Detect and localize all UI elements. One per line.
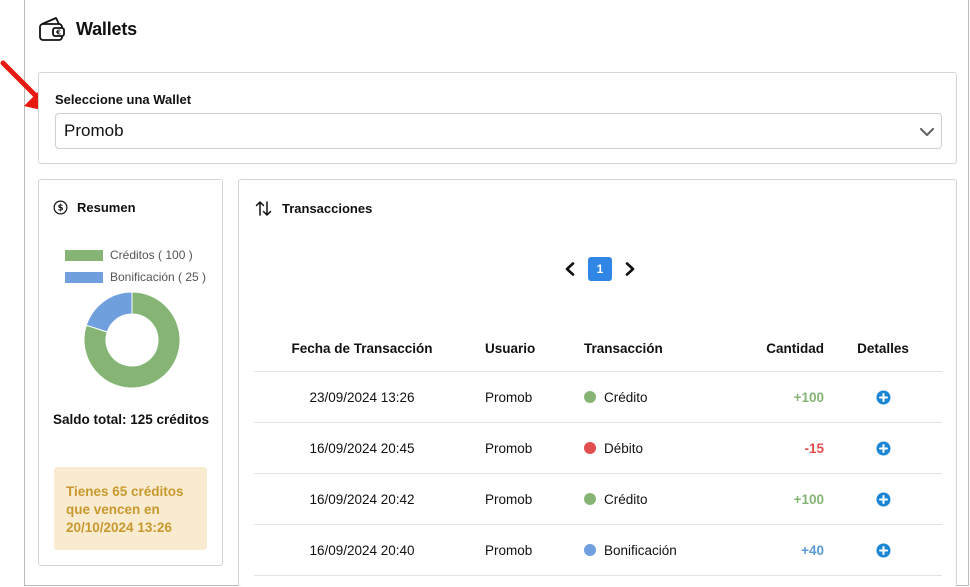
row-transaccion: Crédito — [568, 492, 724, 507]
column-header-fecha: Fecha de Transacción — [291, 341, 433, 356]
row-cantidad: -15 — [804, 440, 824, 456]
table-row: 16/09/2024 20:42 Promob Crédito +100 — [254, 474, 942, 525]
status-dot — [584, 544, 596, 556]
status-dot — [584, 442, 596, 454]
chevron-right-icon — [625, 262, 635, 276]
row-transaccion: Crédito — [568, 390, 724, 405]
page-header: € Wallets — [38, 14, 137, 44]
legend-item-bonificacion[interactable]: Bonificación ( 25 ) — [65, 266, 206, 288]
chart-legend: Créditos ( 100 ) Bonificación ( 25 ) — [65, 244, 206, 288]
transactions-title: Transacciones — [255, 200, 372, 217]
row-cantidad: +100 — [793, 389, 824, 405]
wallet-select[interactable]: Promob — [55, 113, 942, 149]
transactions-title-text: Transacciones — [282, 201, 373, 216]
dollar-circle-icon: $ — [53, 200, 68, 215]
row-usuario: Promob — [485, 542, 533, 558]
sort-arrows-icon — [255, 201, 272, 216]
transactions-table: Fecha de Transacción Usuario Transacción… — [254, 326, 942, 576]
column-header-transaccion: Transacción — [584, 341, 663, 356]
wallet-selector-label: Seleccione una Wallet — [55, 92, 192, 107]
saldo-total: Saldo total: 125 créditos — [53, 412, 210, 427]
column-header-detalles: Detalles — [857, 341, 909, 356]
prev-page-button[interactable] — [561, 260, 579, 278]
balance-donut-chart — [83, 291, 181, 389]
row-usuario: Promob — [485, 389, 533, 405]
svg-text:$: $ — [58, 203, 64, 213]
legend-item-creditos[interactable]: Créditos ( 100 ) — [65, 244, 206, 266]
svg-text:€: € — [55, 29, 61, 37]
summary-card: $ Resumen Créditos ( 100 ) Bonificación … — [38, 179, 223, 566]
status-dot — [584, 391, 596, 403]
row-fecha: 16/09/2024 20:45 — [309, 440, 415, 456]
row-tipo: Crédito — [604, 389, 648, 405]
table-row: 16/09/2024 20:45 Promob Débito -15 — [254, 423, 942, 474]
plus-circle-icon[interactable] — [875, 542, 891, 558]
row-fecha: 16/09/2024 20:42 — [309, 491, 415, 507]
row-detalles — [824, 440, 942, 456]
status-dot — [584, 493, 596, 505]
row-transaccion: Bonificación — [568, 543, 724, 558]
row-fecha: 23/09/2024 13:26 — [309, 389, 415, 405]
row-transaccion: Débito — [568, 441, 724, 456]
chevron-left-icon — [565, 262, 575, 276]
row-detalles — [824, 389, 942, 405]
chevron-down-icon — [919, 127, 935, 137]
legend-swatch-creditos — [65, 249, 103, 261]
table-row: 23/09/2024 13:26 Promob Crédito +100 — [254, 372, 942, 423]
plus-circle-icon[interactable] — [875, 491, 891, 507]
plus-circle-icon[interactable] — [875, 389, 891, 405]
row-cantidad: +40 — [801, 542, 824, 558]
donut-slice-bonificacion[interactable] — [85, 291, 133, 333]
wallet-icon: € — [39, 17, 65, 41]
column-header-cantidad: Cantidad — [766, 341, 824, 356]
page-1-button[interactable]: 1 — [588, 257, 612, 281]
summary-title-text: Resumen — [77, 200, 136, 215]
plus-circle-icon[interactable] — [875, 440, 891, 456]
row-tipo: Bonificación — [604, 542, 677, 558]
legend-label-creditos: Créditos ( 100 ) — [110, 248, 193, 262]
row-fecha: 16/09/2024 20:40 — [309, 542, 415, 558]
row-usuario: Promob — [485, 491, 533, 507]
legend-swatch-bonificacion — [65, 271, 103, 283]
wallet-selector-card: Seleccione una Wallet Promob — [38, 72, 957, 164]
row-detalles — [824, 542, 942, 558]
next-page-button[interactable] — [621, 260, 639, 278]
expiry-notice: Tienes 65 créditos que vencen en 20/10/2… — [54, 467, 207, 550]
row-tipo: Débito — [604, 440, 644, 456]
row-cantidad: +100 — [793, 491, 824, 507]
legend-label-bonificacion: Bonificación ( 25 ) — [110, 270, 207, 284]
page-title: Wallets — [76, 18, 137, 39]
wallet-select-value: Promob — [64, 121, 124, 140]
row-detalles — [824, 491, 942, 507]
row-usuario: Promob — [485, 440, 533, 456]
transactions-card: Transacciones 1 Fecha de Transacción Usu… — [238, 179, 957, 587]
row-tipo: Crédito — [604, 491, 648, 507]
column-header-usuario: Usuario — [485, 341, 536, 356]
pagination: 1 — [561, 257, 639, 281]
table-header: Fecha de Transacción Usuario Transacción… — [254, 326, 942, 372]
table-row: 16/09/2024 20:40 Promob Bonificación +40 — [254, 525, 942, 576]
summary-title: $ Resumen — [53, 200, 136, 215]
